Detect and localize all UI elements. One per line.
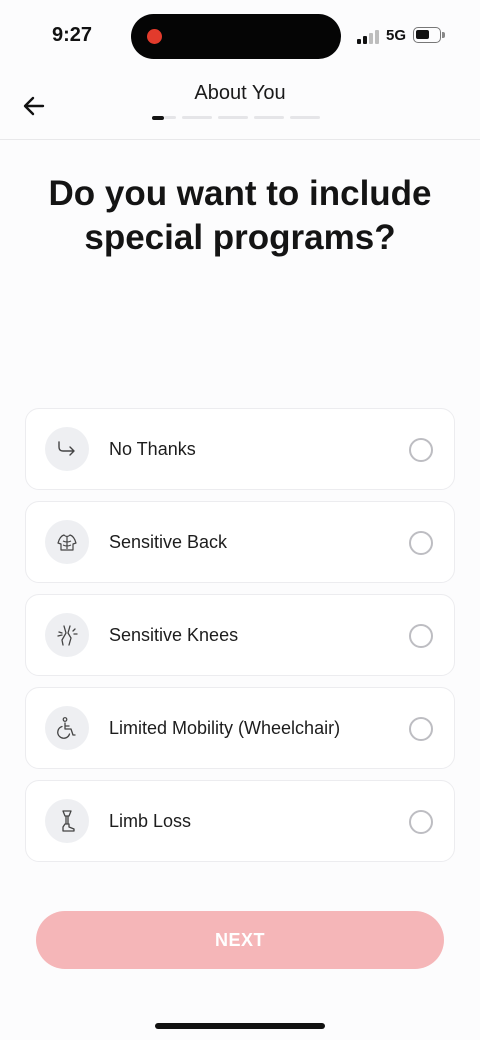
status-bar: 9:27 5G — [0, 0, 480, 72]
option-radio[interactable] — [409, 717, 433, 741]
battery-cap — [442, 32, 445, 38]
option-no-thanks[interactable]: No Thanks — [25, 408, 455, 490]
question-heading: Do you want to include special programs? — [48, 174, 432, 257]
sensitive-knees-icon — [45, 613, 89, 657]
step-progress — [152, 116, 320, 120]
progress-segment — [218, 116, 248, 119]
option-limited-mobility[interactable]: Limited Mobility (Wheelchair) — [25, 687, 455, 769]
progress-segment-active — [152, 116, 164, 120]
onboarding-header: About You — [0, 72, 480, 140]
option-radio[interactable] — [409, 810, 433, 834]
option-radio[interactable] — [409, 624, 433, 648]
home-indicator[interactable] — [155, 1023, 325, 1029]
page-title: About You — [194, 82, 286, 104]
option-sensitive-knees[interactable]: Sensitive Knees — [25, 594, 455, 676]
skip-arrow-icon — [45, 427, 89, 471]
option-label: Sensitive Back — [109, 532, 228, 552]
dynamic-island — [131, 14, 341, 59]
progress-segment — [290, 116, 320, 119]
option-sensitive-back[interactable]: Sensitive Back — [25, 501, 455, 583]
option-limb-loss[interactable]: Limb Loss — [25, 780, 455, 862]
option-radio[interactable] — [409, 531, 433, 555]
network-type: 5G — [386, 27, 407, 44]
progress-segment — [164, 116, 176, 119]
progress-segment — [182, 116, 212, 119]
option-label: Limited Mobility (Wheelchair) — [109, 718, 341, 738]
next-button[interactable]: NEXT — [36, 911, 444, 969]
option-label: No Thanks — [109, 439, 196, 459]
option-radio[interactable] — [409, 438, 433, 462]
program-options: No Thanks Sensitive Back Sensitive Knees… — [25, 408, 455, 873]
progress-segment — [254, 116, 284, 119]
option-label: Sensitive Knees — [109, 625, 239, 645]
recording-indicator — [147, 29, 162, 44]
battery-level — [416, 30, 429, 39]
prosthetic-leg-icon — [45, 799, 89, 843]
option-label: Limb Loss — [109, 811, 192, 831]
wheelchair-icon — [45, 706, 89, 750]
cellular-signal-icon — [357, 28, 381, 44]
battery-icon — [413, 27, 441, 43]
sensitive-back-icon — [45, 520, 89, 564]
status-time: 9:27 — [52, 24, 93, 46]
